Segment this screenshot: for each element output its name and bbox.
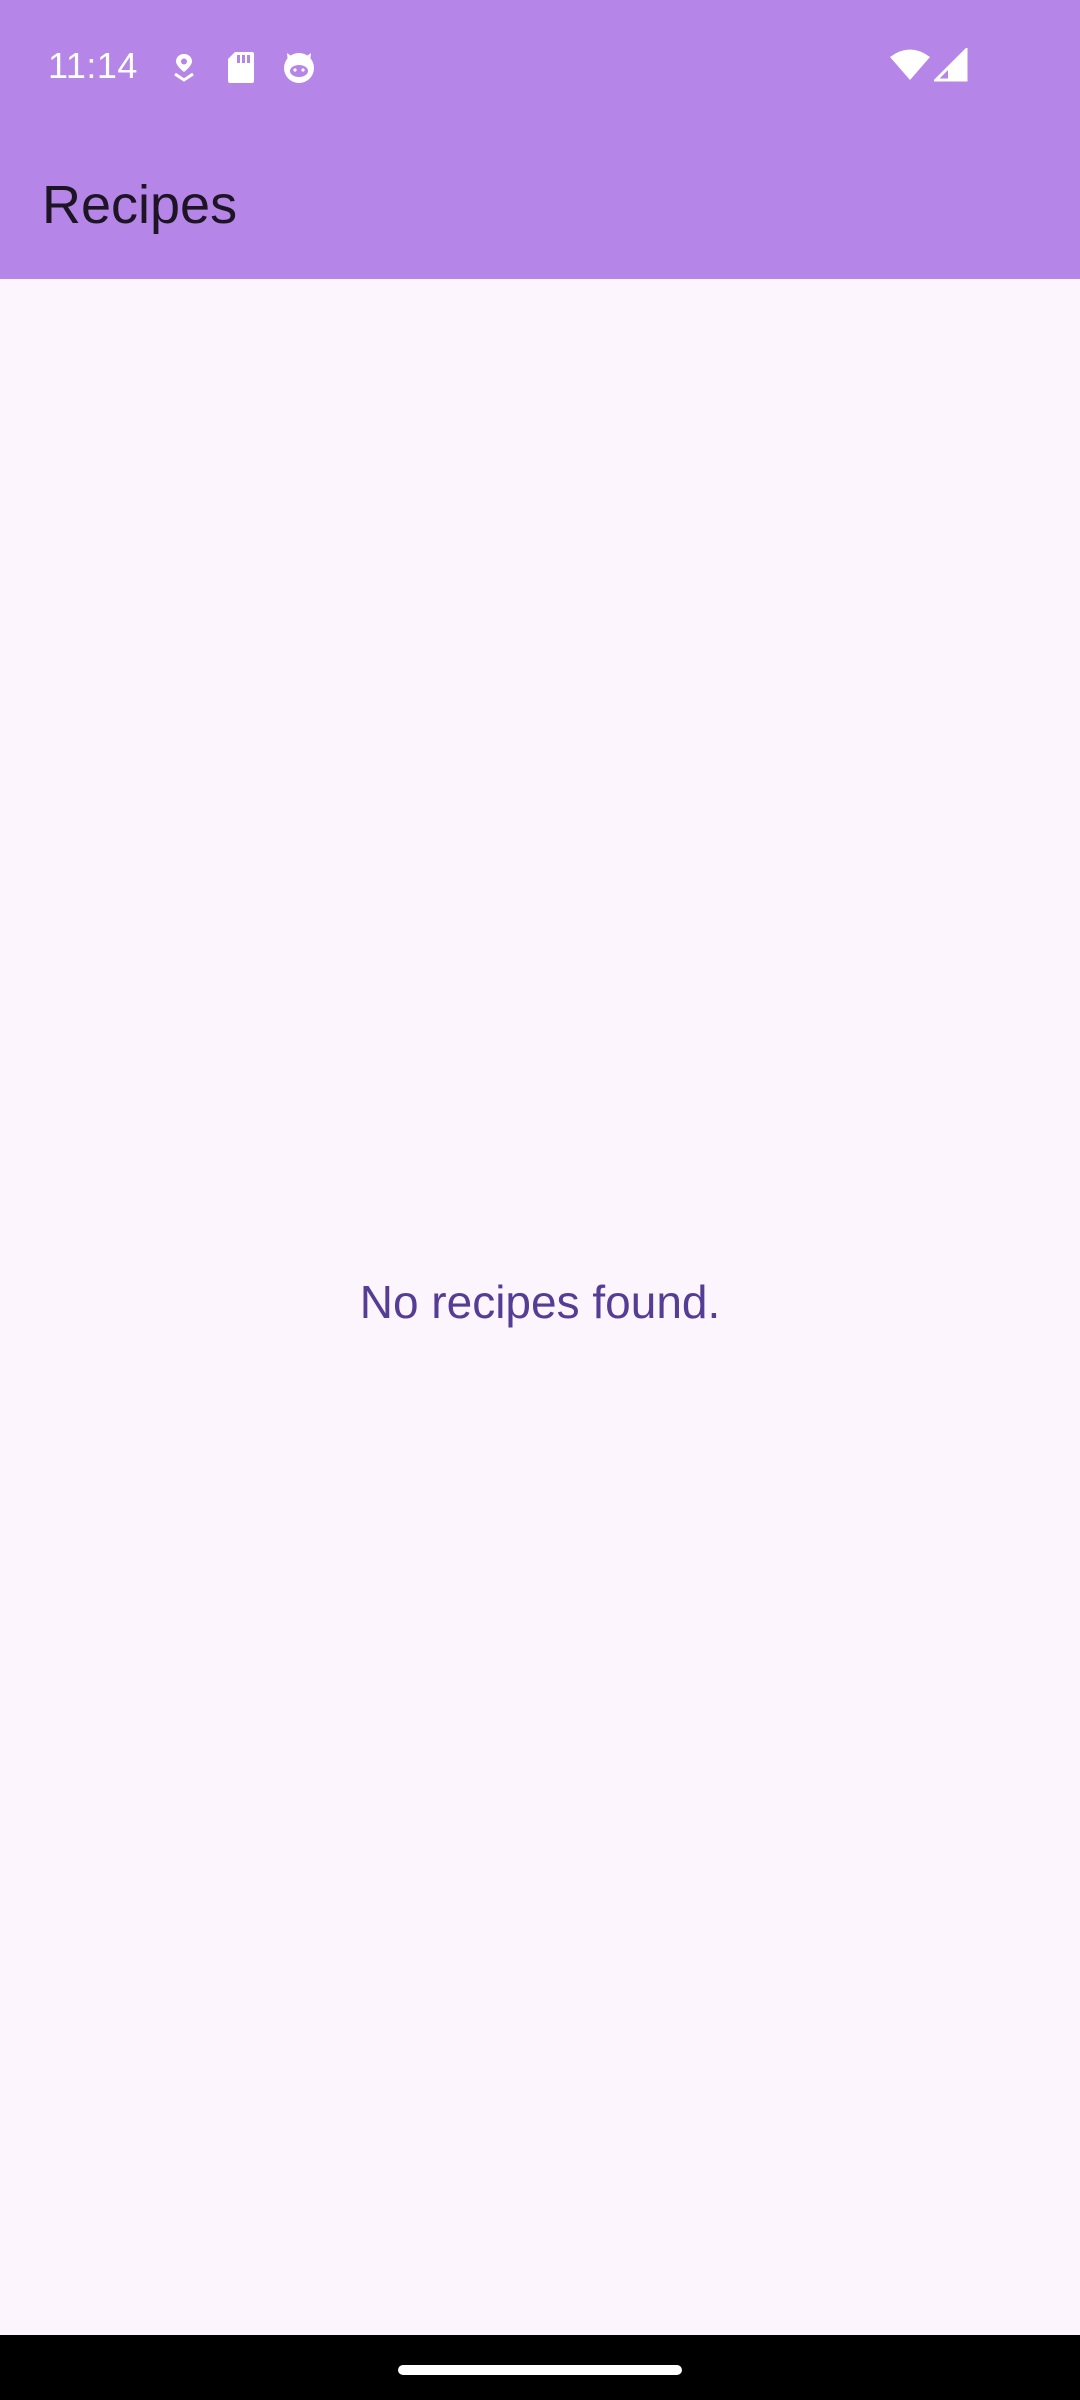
app-bar: Recipes [0, 132, 1080, 279]
location-pin-icon [174, 54, 194, 82]
status-time: 11:14 [48, 45, 138, 86]
home-gesture-handle[interactable] [398, 2365, 682, 2375]
empty-state-message: No recipes found. [359, 1276, 721, 1328]
signal-icon [934, 48, 968, 82]
wifi-icon [890, 49, 930, 80]
status-bar: 11:14 [0, 0, 1080, 132]
sd-card-icon [228, 52, 254, 83]
page-title: Recipes [42, 175, 238, 235]
gesture-navigation-bar [0, 2335, 1080, 2400]
cat-face-icon [284, 53, 314, 83]
recipe-list-area[interactable]: No recipes found. [0, 279, 1080, 2335]
